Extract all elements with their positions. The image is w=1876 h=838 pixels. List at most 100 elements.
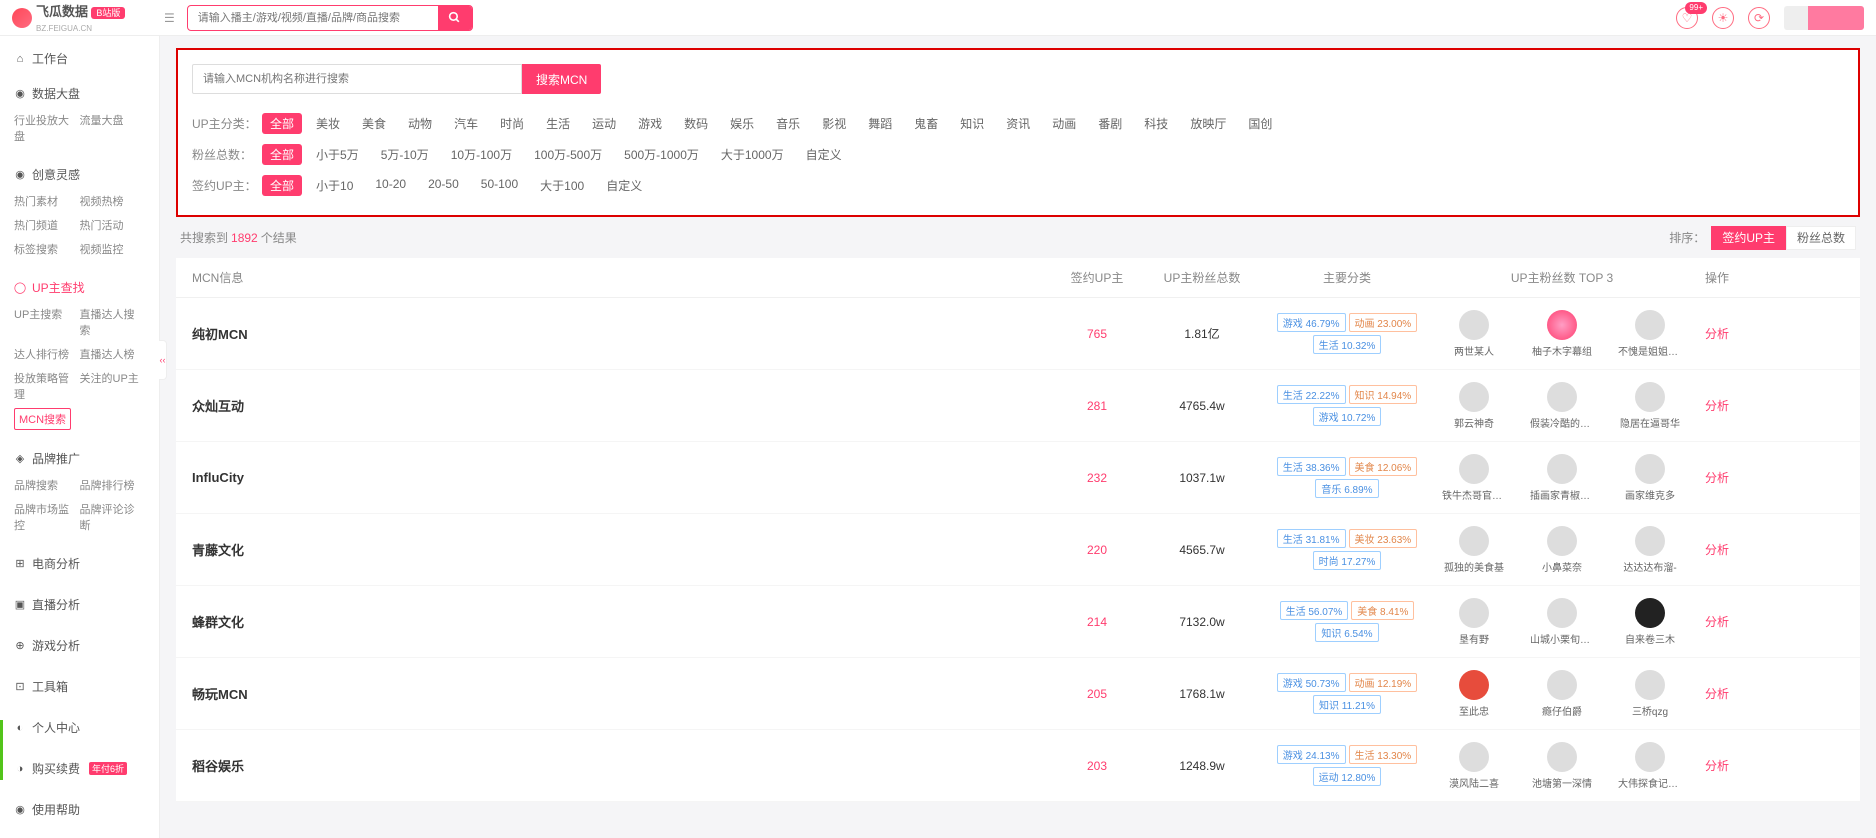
filter-opt[interactable]: 小于10: [308, 175, 361, 196]
gift-icon[interactable]: ♡99+: [1676, 7, 1698, 29]
filter-opt[interactable]: 鬼畜: [906, 113, 946, 134]
sort-button[interactable]: 粉丝总数: [1786, 226, 1856, 250]
filter-opt[interactable]: 音乐: [768, 113, 808, 134]
filter-opt[interactable]: 自定义: [798, 144, 850, 165]
nav-child[interactable]: 投放策略管理: [14, 366, 80, 406]
nav-child[interactable]: 品牌搜索: [14, 473, 80, 497]
user-avatar[interactable]: [1784, 6, 1864, 30]
hamburger-icon[interactable]: ☰: [164, 11, 175, 25]
filter-opt[interactable]: 动画: [1044, 113, 1084, 134]
top-up-item[interactable]: 假装冷酷的赵灵: [1530, 382, 1594, 430]
mcn-name[interactable]: 畅玩MCN: [192, 687, 248, 702]
mcn-name[interactable]: 稻谷娱乐: [192, 759, 244, 774]
mcn-search-button[interactable]: 搜索MCN: [522, 64, 601, 94]
filter-opt[interactable]: 生活: [538, 113, 578, 134]
filter-opt[interactable]: 娱乐: [722, 113, 762, 134]
nav-child[interactable]: UP主搜索: [14, 302, 80, 342]
nav-group-0[interactable]: ◉数据大盘: [0, 79, 159, 108]
nav-group-5[interactable]: ▣直播分析: [0, 590, 159, 619]
refresh-icon[interactable]: ⟳: [1748, 7, 1770, 29]
mcn-name[interactable]: 纯初MCN: [192, 327, 248, 342]
filter-opt[interactable]: 国创: [1240, 113, 1280, 134]
mcn-name[interactable]: 青藤文化: [192, 543, 244, 558]
top-up-item[interactable]: 山城小栗旬的…: [1530, 598, 1594, 646]
analyze-link[interactable]: 分析: [1692, 685, 1742, 702]
filter-opt[interactable]: 美食: [354, 113, 394, 134]
nav-child[interactable]: 直播达人搜索: [80, 302, 146, 342]
nav-child[interactable]: 品牌市场监控: [14, 497, 80, 537]
logo[interactable]: 飞瓜数据 B站版 BZ.FEIGUA.CN: [12, 1, 152, 34]
top-up-item[interactable]: 郭云神奇: [1442, 382, 1506, 430]
mcn-name[interactable]: 蜂群文化: [192, 615, 244, 630]
filter-opt[interactable]: 舞蹈: [860, 113, 900, 134]
filter-opt[interactable]: 20-50: [420, 175, 467, 196]
top-up-item[interactable]: 达达达布溜-: [1618, 526, 1682, 574]
analyze-link[interactable]: 分析: [1692, 613, 1742, 630]
nav-child[interactable]: 视频热榜: [80, 189, 146, 213]
filter-opt[interactable]: 游戏: [630, 113, 670, 134]
analyze-link[interactable]: 分析: [1692, 757, 1742, 774]
filter-opt[interactable]: 影视: [814, 113, 854, 134]
top-up-item[interactable]: 不愧是姐姐大人: [1618, 310, 1682, 358]
nav-group-1[interactable]: ◉创意灵感: [0, 160, 159, 189]
top-up-item[interactable]: 垦有野: [1442, 598, 1506, 646]
filter-opt[interactable]: 大于100: [532, 175, 592, 196]
top-up-item[interactable]: 柚子木字幕组: [1530, 310, 1594, 358]
nav-child-active[interactable]: MCN搜索: [14, 408, 71, 430]
nav-group-3[interactable]: ◈品牌推广: [0, 444, 159, 473]
sort-button[interactable]: 签约UP主: [1711, 226, 1786, 250]
nav-child[interactable]: 热门活动: [80, 213, 146, 237]
top-up-item[interactable]: 自来卷三木: [1618, 598, 1682, 646]
filter-opt[interactable]: 数码: [676, 113, 716, 134]
filter-opt[interactable]: 番剧: [1090, 113, 1130, 134]
analyze-link[interactable]: 分析: [1692, 397, 1742, 414]
filter-opt[interactable]: 时尚: [492, 113, 532, 134]
filter-opt[interactable]: 10万-100万: [443, 144, 520, 165]
filter-opt[interactable]: 自定义: [598, 175, 650, 196]
header-search-button[interactable]: [438, 5, 472, 31]
nav-child[interactable]: 品牌排行榜: [80, 473, 146, 497]
filter-opt[interactable]: 运动: [584, 113, 624, 134]
filter-opt[interactable]: 科技: [1136, 113, 1176, 134]
mcn-name[interactable]: InfluCity: [192, 470, 244, 485]
top-up-item[interactable]: 三桥qzg: [1618, 670, 1682, 718]
analyze-link[interactable]: 分析: [1692, 325, 1742, 342]
filter-opt[interactable]: 美妆: [308, 113, 348, 134]
filter-opt[interactable]: 100万-500万: [526, 144, 610, 165]
mcn-name[interactable]: 众灿互动: [192, 399, 244, 414]
top-up-item[interactable]: 小鼻菜奈: [1530, 526, 1594, 574]
filter-opt[interactable]: 小于5万: [308, 144, 367, 165]
nav-child[interactable]: 标签搜索: [14, 237, 80, 261]
filter-opt[interactable]: 动物: [400, 113, 440, 134]
nav-group-2[interactable]: ◯UP主查找: [0, 273, 159, 302]
nav-child[interactable]: 流量大盘: [80, 108, 146, 148]
top-up-item[interactable]: 漠风陆二喜: [1442, 742, 1506, 790]
nav-child[interactable]: 达人排行榜: [14, 342, 80, 366]
filter-opt[interactable]: 50-100: [473, 175, 526, 196]
nav-group-6[interactable]: ⊕游戏分析: [0, 631, 159, 660]
filter-opt[interactable]: 知识: [952, 113, 992, 134]
analyze-link[interactable]: 分析: [1692, 469, 1742, 486]
filter-opt[interactable]: 全部: [262, 113, 302, 134]
analyze-link[interactable]: 分析: [1692, 541, 1742, 558]
notice-icon[interactable]: ☀: [1712, 7, 1734, 29]
top-up-item[interactable]: 至此忠: [1442, 670, 1506, 718]
nav-child[interactable]: 关注的UP主: [80, 366, 146, 406]
top-up-item[interactable]: 隐居在逼哥华: [1618, 382, 1682, 430]
nav-group-7[interactable]: ⊡工具箱: [0, 672, 159, 701]
top-up-item[interactable]: 大伟探食记官方: [1618, 742, 1682, 790]
top-up-item[interactable]: 孤独的美食基: [1442, 526, 1506, 574]
top-up-item[interactable]: 瘾仔伯爵: [1530, 670, 1594, 718]
top-up-item[interactable]: 插画家青椒香菜: [1530, 454, 1594, 502]
nav-child[interactable]: 品牌评论诊断: [80, 497, 146, 537]
filter-opt[interactable]: 全部: [262, 175, 302, 196]
sidebar-collapse[interactable]: ‹‹: [159, 340, 167, 380]
nav-child[interactable]: 视频监控: [80, 237, 146, 261]
nav-child[interactable]: 热门素材: [14, 189, 80, 213]
filter-opt[interactable]: 500万-1000万: [616, 144, 707, 165]
top-up-item[interactable]: 两世某人: [1442, 310, 1506, 358]
nav-worktable[interactable]: ⌂工作台: [0, 44, 159, 73]
mcn-search-input[interactable]: [192, 64, 522, 94]
filter-opt[interactable]: 大于1000万: [713, 144, 792, 165]
filter-opt[interactable]: 汽车: [446, 113, 486, 134]
